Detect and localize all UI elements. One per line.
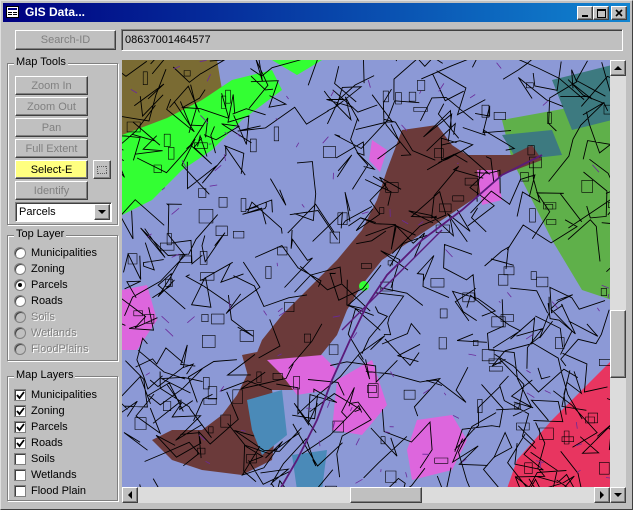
arrow-down-icon xyxy=(614,492,622,497)
teal-zone-4 xyxy=(292,450,327,490)
scroll-right-button[interactable] xyxy=(594,487,610,503)
map-layers-group: Map Layers Municipalities Zoning Parcels… xyxy=(7,369,118,501)
layer-soils[interactable]: Soils xyxy=(14,451,55,467)
scroll-up-button[interactable] xyxy=(610,60,626,76)
dots-icon xyxy=(97,165,107,174)
select-options-button[interactable] xyxy=(93,160,111,179)
radio-button[interactable] xyxy=(14,295,26,307)
maximize-icon xyxy=(596,8,606,18)
checkbox-checked[interactable] xyxy=(14,405,26,417)
close-button[interactable] xyxy=(611,6,627,20)
radio-label: Zoning xyxy=(31,263,65,275)
checkbox-checked[interactable] xyxy=(14,437,26,449)
radio-button[interactable] xyxy=(14,263,26,275)
radio-button xyxy=(14,327,26,339)
zoom-out-label: Zoom Out xyxy=(27,100,76,113)
close-icon xyxy=(615,9,623,17)
scroll-down-button[interactable] xyxy=(610,487,626,503)
radio-button[interactable] xyxy=(14,247,26,259)
layer-parcels[interactable]: Parcels xyxy=(14,419,68,435)
map-canvas[interactable] xyxy=(122,60,612,503)
map-tools-label: Map Tools xyxy=(14,56,68,68)
scroll-left-button[interactable] xyxy=(122,487,138,503)
radio-label: Parcels xyxy=(31,279,68,291)
zoom-in-button[interactable]: Zoom In xyxy=(15,76,88,95)
layer-municipalities[interactable]: Municipalities xyxy=(14,387,97,403)
select-e-label: Select-E xyxy=(30,163,73,176)
checkbox-checked[interactable] xyxy=(14,389,26,401)
checkbox-label: Parcels xyxy=(31,421,68,433)
layer-roads[interactable]: Roads xyxy=(14,435,63,451)
zoom-in-label: Zoom In xyxy=(31,79,72,92)
layer-flood-plain[interactable]: Flood Plain xyxy=(14,483,86,499)
radio-label: Roads xyxy=(31,295,63,307)
checkbox-label: Municipalities xyxy=(31,389,98,401)
arrow-left-icon xyxy=(127,491,132,499)
search-id-field[interactable]: 08637001464577 xyxy=(121,29,623,51)
layer-select-value: Parcels xyxy=(19,206,56,218)
radio-label: Municipalities xyxy=(31,247,98,259)
checkmark-icon xyxy=(16,439,25,448)
full-extent-button[interactable]: Full Extent xyxy=(15,139,88,158)
top-layer-label: Top Layer xyxy=(14,228,67,240)
checkbox[interactable] xyxy=(14,485,26,497)
radio-municipalities[interactable]: Municipalities xyxy=(14,245,97,261)
vertical-scrollbar[interactable] xyxy=(610,60,626,503)
checkbox[interactable] xyxy=(14,453,26,465)
radio-parcels[interactable]: Parcels xyxy=(14,277,68,293)
radio-roads[interactable]: Roads xyxy=(14,293,63,309)
checkbox-label: Wetlands xyxy=(31,469,77,481)
minimize-button[interactable] xyxy=(577,6,593,20)
gis-data-window: GIS Data... Search-ID 08637001464577 Map… xyxy=(0,0,633,510)
maximize-button[interactable] xyxy=(593,6,609,20)
title-bar[interactable]: GIS Data... xyxy=(3,3,630,22)
checkbox-label: Flood Plain xyxy=(31,485,87,497)
arrow-up-icon xyxy=(614,65,622,70)
checkmark-icon xyxy=(16,391,25,400)
arrow-right-icon xyxy=(599,491,604,499)
select-e-button[interactable]: Select-E xyxy=(15,160,88,179)
checkbox-label: Roads xyxy=(31,437,63,449)
layer-zoning[interactable]: Zoning xyxy=(14,403,65,419)
radio-floodplains: FloodPlains xyxy=(14,341,88,357)
form-icon xyxy=(6,6,19,18)
search-id-button[interactable]: Search-ID xyxy=(15,30,116,50)
radio-wetlands: Wetlands xyxy=(14,325,77,341)
radio-label: Soils xyxy=(31,311,55,323)
chevron-down-icon xyxy=(98,209,106,214)
checkbox-label: Zoning xyxy=(31,405,65,417)
vertical-scroll-thumb[interactable] xyxy=(610,310,626,378)
window-title: GIS Data... xyxy=(25,5,86,19)
pan-button[interactable]: Pan xyxy=(15,118,88,137)
layer-select-dropdown[interactable] xyxy=(94,204,110,220)
radio-soils: Soils xyxy=(14,309,55,325)
radio-button-selected[interactable] xyxy=(14,279,26,291)
map-graphics[interactable] xyxy=(122,60,612,503)
identify-label: Identify xyxy=(33,184,70,197)
radio-button xyxy=(14,311,26,323)
zoom-out-button[interactable]: Zoom Out xyxy=(15,97,88,116)
checkbox[interactable] xyxy=(14,469,26,481)
radio-zoning[interactable]: Zoning xyxy=(14,261,65,277)
full-extent-label: Full Extent xyxy=(25,142,78,155)
map-layers-label: Map Layers xyxy=(14,369,76,381)
search-id-button-label: Search-ID xyxy=(40,34,91,46)
horizontal-scroll-thumb[interactable] xyxy=(350,487,422,503)
identify-button[interactable]: Identify xyxy=(15,181,88,200)
top-layer-group: Top Layer Municipalities Zoning Parcels … xyxy=(7,228,118,361)
radio-button xyxy=(14,343,26,355)
checkmark-icon xyxy=(16,407,25,416)
radio-label: Wetlands xyxy=(31,327,77,339)
layer-select[interactable]: Parcels xyxy=(15,202,112,222)
checkbox-checked[interactable] xyxy=(14,421,26,433)
layer-wetlands[interactable]: Wetlands xyxy=(14,467,77,483)
horizontal-scrollbar[interactable] xyxy=(122,487,610,503)
checkbox-label: Soils xyxy=(31,453,55,465)
minimize-icon xyxy=(582,15,588,17)
checkmark-icon xyxy=(16,423,25,432)
pan-label: Pan xyxy=(41,121,62,134)
radio-label: FloodPlains xyxy=(31,343,89,355)
search-id-value: 08637001464577 xyxy=(125,34,211,46)
